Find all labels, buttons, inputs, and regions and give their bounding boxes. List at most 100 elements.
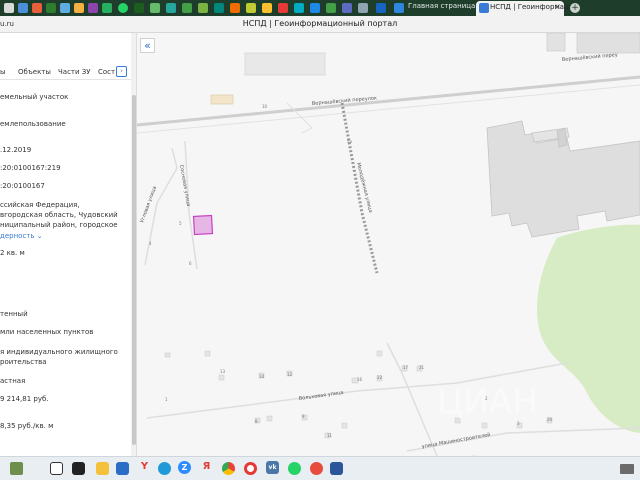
screen: Главная страница НСПД | Геоинформаци × +… <box>0 0 640 480</box>
tab-favicon-icon[interactable] <box>166 3 176 13</box>
permitted-use-line-1: я индивидуального жилищного <box>0 348 118 356</box>
tab-favicon-icon[interactable] <box>198 3 208 13</box>
tab-favicon-icon[interactable] <box>326 3 336 13</box>
map-view[interactable]: Вернашёвский переулок Вернашёвский переу… <box>137 33 640 456</box>
ownership-form: астная <box>0 377 26 385</box>
home-tab-favicon-icon <box>394 3 404 13</box>
land-category: мли населенных пунктов <box>0 328 94 336</box>
house-number: 20 <box>547 417 553 422</box>
registration-date: .12.2019 <box>0 146 32 154</box>
permitted-use-line-2: роительства <box>0 358 47 366</box>
building <box>210 94 234 105</box>
tab-favicon-icon[interactable] <box>60 3 70 13</box>
yandex-icon[interactable]: Y <box>138 461 151 472</box>
browser-icon[interactable] <box>310 462 323 475</box>
address-line-3: ниципальный район, городское <box>0 221 118 229</box>
new-tab-button[interactable]: + <box>570 3 580 13</box>
show-more-link[interactable]: дерность ⌄ <box>0 231 43 241</box>
house-number: 4 <box>149 241 152 246</box>
road <box>137 84 640 134</box>
tab-favicon-icon[interactable] <box>214 3 224 13</box>
browser-title-bar: u.ru НСПД | Геоинформационный портал <box>0 16 640 33</box>
tab-favicon-icon[interactable] <box>342 3 352 13</box>
map-canvas[interactable]: Вернашёвский переулок Вернашёвский переу… <box>137 33 640 456</box>
house-number: 6 <box>189 261 192 266</box>
street-label: Сосновая улица <box>178 164 191 207</box>
tab-active-nspd[interactable]: НСПД | Геоинформаци × <box>476 1 573 16</box>
tab-favicon-icon[interactable] <box>294 3 304 13</box>
tab-favicon-icon[interactable] <box>262 3 272 13</box>
browser-tab-strip: Главная страница НСПД | Геоинформаци × + <box>0 0 640 16</box>
tab-favicon-icon[interactable] <box>32 3 42 13</box>
tab-home-label[interactable]: Главная страница <box>408 2 475 10</box>
house-number: 5 <box>179 221 182 226</box>
road <box>340 102 379 274</box>
selected-parcel[interactable] <box>192 214 214 236</box>
tab-favicon-icon[interactable] <box>310 3 320 13</box>
area-value: 2 кв. м <box>0 249 25 257</box>
tab-favicon-icon[interactable] <box>88 3 98 13</box>
park-area <box>537 224 640 433</box>
nspd-favicon-icon <box>479 3 489 13</box>
collapse-panel-button[interactable]: « <box>140 38 155 53</box>
tab-state[interactable]: Сост <box>98 68 115 76</box>
chrome-icon[interactable] <box>222 462 235 475</box>
building <box>244 52 326 76</box>
whatsapp-icon[interactable] <box>288 462 301 475</box>
mail-icon[interactable] <box>116 462 129 475</box>
show-more-label: дерность <box>0 232 35 240</box>
whatsapp-tab-icon[interactable] <box>118 3 128 13</box>
tab-scroll-right-button[interactable]: › <box>116 66 127 77</box>
edge-icon[interactable] <box>158 462 171 475</box>
tab-objects[interactable]: Объекты <box>18 68 51 76</box>
tab-parts[interactable]: Части ЗУ <box>58 68 91 76</box>
start-icon[interactable] <box>10 462 23 475</box>
desktop-icon[interactable] <box>50 462 63 475</box>
tab-favicon-icon[interactable] <box>4 3 14 13</box>
house-number: 11 <box>327 433 333 438</box>
tab-favicon-icon[interactable] <box>102 3 112 13</box>
tab-favicon-icon[interactable] <box>182 3 192 13</box>
tab-favicon-icon[interactable] <box>278 3 288 13</box>
house-number: 16 <box>357 377 363 382</box>
tab-favicon-icon[interactable] <box>376 3 386 13</box>
street-label: улица Машиностроителей <box>421 431 491 450</box>
house-number: 17 <box>403 365 409 370</box>
house-number: 22 <box>377 375 383 380</box>
tab-info[interactable]: ы <box>0 68 6 76</box>
cadastral-number: :20:0100167:219 <box>0 164 61 172</box>
value-per-sqm: 8,35 руб./кв. м <box>0 422 54 430</box>
object-type: емельный участок <box>0 93 69 101</box>
tab-favicon-icon[interactable] <box>18 3 28 13</box>
scrollbar-thumb[interactable] <box>132 95 136 445</box>
page-title: НСПД | Геоинформационный портал <box>242 19 398 28</box>
object-info-panel: ы Объекты Части ЗУ Сост › емельный участ… <box>0 33 137 456</box>
address-line-2: вгородская область, Чудовский <box>0 211 118 219</box>
tab-favicon-icon[interactable] <box>46 3 56 13</box>
folder-icon[interactable] <box>96 462 109 475</box>
tab-favicon-icon[interactable] <box>230 3 240 13</box>
house-number: 21 <box>419 365 425 370</box>
watermark: ЦИАН <box>437 382 538 422</box>
notification-icon[interactable] <box>620 464 634 474</box>
building-complex <box>486 120 640 238</box>
ya-icon[interactable]: Я <box>200 461 213 472</box>
opera-icon[interactable] <box>244 462 257 475</box>
tab-favicon-icon[interactable] <box>246 3 256 13</box>
street-label: Вольховая улица <box>298 390 344 402</box>
tab-favicon-icon[interactable] <box>74 3 84 13</box>
tab-favicon-icon[interactable] <box>134 3 144 13</box>
house-number: 13 <box>220 369 226 374</box>
word-icon[interactable] <box>330 462 343 475</box>
cadastral-value: 9 214,81 руб. <box>0 395 49 403</box>
vk-icon[interactable]: vk <box>266 461 279 474</box>
task-view-icon[interactable] <box>72 462 85 475</box>
tab-favicon-icon[interactable] <box>150 3 160 13</box>
building <box>546 33 566 52</box>
close-tab-icon[interactable]: × <box>554 2 561 11</box>
street-label: Молодёжная улица <box>355 162 373 213</box>
address-line-1: ссийская Федерация, <box>0 201 80 209</box>
tab-favicon-icon[interactable] <box>358 3 368 13</box>
zoom-icon[interactable]: Z <box>178 461 191 474</box>
street-label: Угловая улица <box>139 186 158 224</box>
